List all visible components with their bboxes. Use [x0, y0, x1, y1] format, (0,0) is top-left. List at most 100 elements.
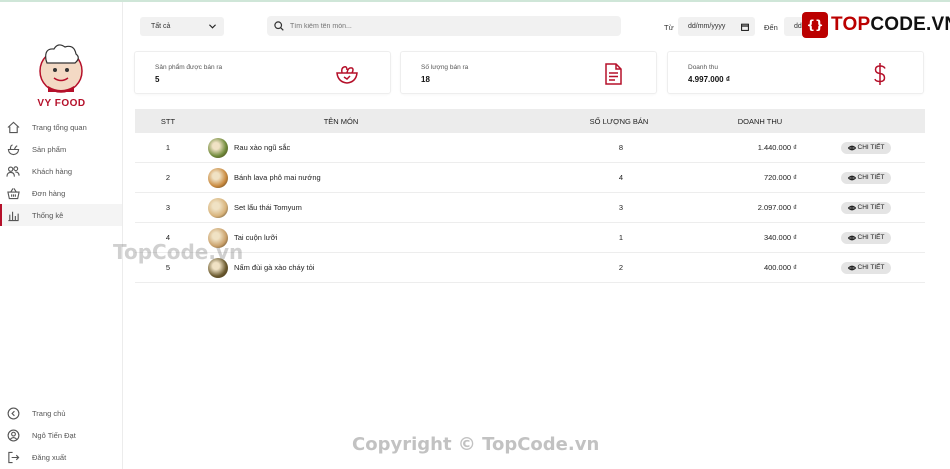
table-row: 4 Tai cuộn lưỡi 1 340.000 ₫ CHI TIẾT [135, 223, 925, 253]
cell-stt: 3 [165, 203, 171, 212]
cell-name: Bánh lava phô mai nướng [201, 167, 481, 188]
nav-item-statistics[interactable]: Thống kê [0, 204, 122, 226]
dish-thumbnail [208, 137, 228, 158]
dish-thumbnail [208, 197, 228, 218]
home-icon [6, 120, 20, 134]
category-select-value: Tất cả [151, 23, 171, 30]
nav-item-dashboard[interactable]: Trang tổng quan [0, 116, 122, 138]
watermark-copyright: Copyright © TopCode.vn [352, 434, 600, 455]
from-date-input[interactable]: dd/mm/yyyy [678, 17, 755, 36]
users-icon [6, 164, 20, 178]
table-row: 5 Nấm đùi gà xào cháy tỏi 2 400.000 ₫ CHI TI… [135, 253, 925, 283]
stat-card-title: Sản phẩm được bán ra [155, 64, 223, 71]
dish-name: Set lẩu thái Tomyum [234, 203, 302, 212]
user-icon [6, 428, 20, 442]
detail-button-label: CHI TIẾT [857, 144, 885, 151]
nav-item-home[interactable]: Trang chủ [0, 402, 122, 424]
stat-card-value: 5 [155, 75, 160, 84]
header-qty: SỐ LƯỢNG BÁN [589, 116, 649, 126]
nav-item-user[interactable]: Ngô Tiến Đạt [0, 424, 122, 446]
cell-stt: 1 [165, 143, 171, 152]
cell-name: Rau xào ngũ sắc [201, 137, 481, 158]
search-input[interactable] [290, 22, 590, 30]
stat-card-value: 4.997.000 ₫ [688, 75, 730, 84]
nav-label: Đăng xuất [32, 452, 67, 462]
cell-revenue: 340.000 ₫ [763, 233, 797, 242]
table-row: 2 Bánh lava phô mai nướng 4 720.000 ₫ CHI TI… [135, 163, 925, 193]
sidebar: VY FOOD Trang tổng quan Sản phẩm Khách h… [0, 2, 123, 469]
cell-qty: 3 [618, 203, 624, 212]
document-icon [600, 61, 626, 87]
nav-label: Sản phẩm [32, 144, 67, 154]
header-stt: STT [160, 116, 176, 126]
dish-name: Bánh lava phô mai nướng [234, 173, 321, 182]
cell-action: CHI TIẾT [797, 171, 925, 184]
table-header: STT TÊN MÓN SỐ LƯỢNG BÁN DOANH THU [135, 109, 925, 133]
nav-item-customers[interactable]: Khách hàng [0, 160, 122, 182]
nav-label: Trang chủ [32, 408, 66, 418]
nav-label: Ngô Tiến Đạt [32, 430, 76, 440]
nav-label: Thống kê [32, 210, 64, 220]
detail-button-label: CHI TIẾT [857, 174, 885, 181]
to-label: Đến [764, 23, 778, 32]
sales-table: STT TÊN MÓN SỐ LƯỢNG BÁN DOANH THU 1 Rau … [135, 109, 925, 283]
stat-card-title: Số lượng bán ra [421, 64, 469, 71]
detail-button[interactable]: CHI TIẾT [841, 171, 891, 184]
stat-card-value: 18 [421, 75, 430, 84]
nav-label: Khách hàng [32, 166, 73, 176]
watermark-middle: TopCode.vn [113, 240, 244, 264]
detail-button-label: CHI TIẾT [857, 264, 885, 271]
calendar-icon[interactable] [741, 23, 749, 31]
bowl-icon [6, 142, 20, 156]
stat-card-revenue: Doanh thu 4.997.000 ₫ [667, 51, 924, 94]
brand-name: VY FOOD [37, 98, 86, 109]
nav-item-orders[interactable]: Đơn hàng [0, 182, 122, 204]
to-date-value: dd [794, 23, 802, 30]
stat-card-title: Doanh thu [688, 64, 718, 71]
basket-icon [6, 186, 20, 200]
from-date-value: dd/mm/yyyy [688, 23, 726, 30]
back-icon [6, 406, 20, 420]
header-name: TÊN MÓN [323, 116, 359, 126]
table-row: 1 Rau xào ngũ sắc 8 1.440.000 ₫ CHI TIẾT [135, 133, 925, 163]
detail-button[interactable]: CHI TIẾT [841, 261, 891, 274]
logout-icon [6, 450, 20, 464]
eye-icon [847, 205, 856, 210]
cell-qty: 4 [618, 173, 624, 182]
nav-label: Đơn hàng [32, 188, 66, 198]
from-label: Từ [664, 23, 674, 32]
detail-button-label: CHI TIẾT [857, 204, 885, 211]
topcode-logo-icon: {} [802, 12, 828, 38]
nav-item-products[interactable]: Sản phẩm [0, 138, 122, 160]
cell-action: CHI TIẾT [797, 201, 925, 214]
table-body: 1 Rau xào ngũ sắc 8 1.440.000 ₫ CHI TIẾT 2 Bán… [135, 133, 925, 283]
cell-name: Set lẩu thái Tomyum [201, 197, 481, 218]
detail-button[interactable]: CHI TIẾT [841, 231, 891, 244]
cell-stt: 2 [165, 173, 171, 182]
cell-revenue: 2.097.000 ₫ [757, 203, 797, 212]
cell-qty: 1 [618, 233, 624, 242]
eye-icon [847, 265, 856, 270]
search-icon [274, 21, 284, 31]
dish-thumbnail [208, 167, 228, 188]
cell-qty: 8 [618, 143, 624, 152]
nav-item-logout[interactable]: Đăng xuất [0, 446, 122, 468]
cell-action: CHI TIẾT [797, 231, 925, 244]
category-select[interactable]: Tất cả [140, 17, 224, 36]
detail-button[interactable]: CHI TIẾT [841, 141, 891, 154]
bar-chart-icon [6, 208, 20, 222]
detail-button-label: CHI TIẾT [857, 234, 885, 241]
table-row: 3 Set lẩu thái Tomyum 3 2.097.000 ₫ CHI TIẾT [135, 193, 925, 223]
eye-icon [847, 175, 856, 180]
nav-label: Trang tổng quan [32, 122, 87, 132]
cell-stt: 5 [165, 263, 171, 272]
cell-revenue: 1.440.000 ₫ [757, 143, 797, 152]
cell-action: CHI TIẾT [797, 141, 925, 154]
salad-bowl-icon [334, 61, 360, 87]
cell-action: CHI TIẾT [797, 261, 925, 274]
eye-icon [847, 235, 856, 240]
search-box[interactable] [267, 16, 621, 36]
detail-button[interactable]: CHI TIẾT [841, 201, 891, 214]
stat-card-quantity-sold: Số lượng bán ra 18 [400, 51, 657, 94]
stat-card-products-sold: Sản phẩm được bán ra 5 [134, 51, 391, 94]
